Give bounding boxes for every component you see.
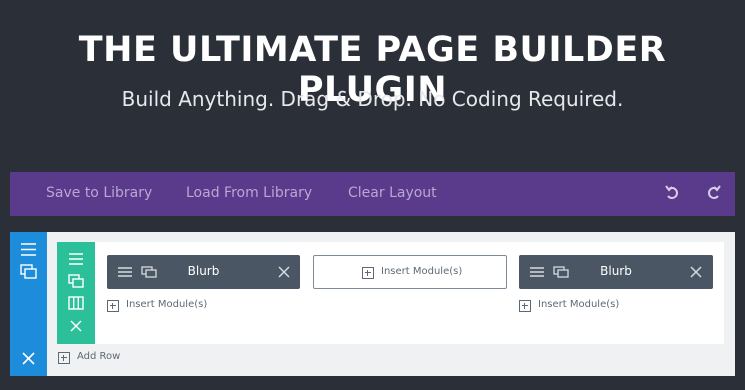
module-label: Blurb xyxy=(600,264,632,278)
insert-module-link[interactable]: Insert Module(s) xyxy=(107,299,227,315)
add-row-label: Add Row xyxy=(77,351,121,362)
section-controls xyxy=(10,232,47,376)
load-from-library-button[interactable]: Load From Library xyxy=(186,185,312,201)
save-to-library-button[interactable]: Save to Library xyxy=(46,185,152,201)
section-duplicate-icon[interactable] xyxy=(19,262,38,281)
module-delete-icon[interactable] xyxy=(275,263,293,281)
row-duplicate-icon[interactable] xyxy=(67,272,85,290)
insert-module-button[interactable]: Insert Module(s) xyxy=(313,255,507,289)
hero-subtitle: Build Anything. Drag & Drop. No Coding R… xyxy=(121,87,624,111)
row-delete-icon[interactable] xyxy=(67,317,85,335)
insert-module-label: Insert Module(s) xyxy=(381,266,463,277)
row-menu-icon[interactable] xyxy=(67,250,85,268)
add-row-button[interactable]: Add Row xyxy=(58,351,138,367)
undo-icon[interactable] xyxy=(661,182,683,204)
builder-canvas: Blurb Insert Module(s) Insert Module(s) xyxy=(10,232,735,376)
blurb-module[interactable]: Blurb xyxy=(107,255,300,289)
insert-module-label: Insert Module(s) xyxy=(126,299,208,310)
clear-layout-button[interactable]: Clear Layout xyxy=(348,185,437,201)
insert-module-link[interactable]: Insert Module(s) xyxy=(519,299,639,315)
module-delete-icon[interactable] xyxy=(687,263,705,281)
row: Blurb Insert Module(s) Insert Module(s) xyxy=(57,242,724,344)
add-icon xyxy=(58,352,70,364)
insert-module-label: Insert Module(s) xyxy=(538,299,620,310)
add-icon xyxy=(519,300,531,312)
redo-icon[interactable] xyxy=(703,182,725,204)
section-delete-icon[interactable] xyxy=(19,349,38,368)
blurb-module[interactable]: Blurb xyxy=(519,255,713,289)
module-label: Blurb xyxy=(187,264,220,278)
row-controls xyxy=(57,242,95,344)
section-menu-icon[interactable] xyxy=(19,240,38,259)
add-icon xyxy=(362,267,374,279)
builder-toolbar: Save to Library Load From Library Clear … xyxy=(10,172,735,216)
add-icon xyxy=(107,300,119,312)
row-columns-icon[interactable] xyxy=(67,294,85,312)
